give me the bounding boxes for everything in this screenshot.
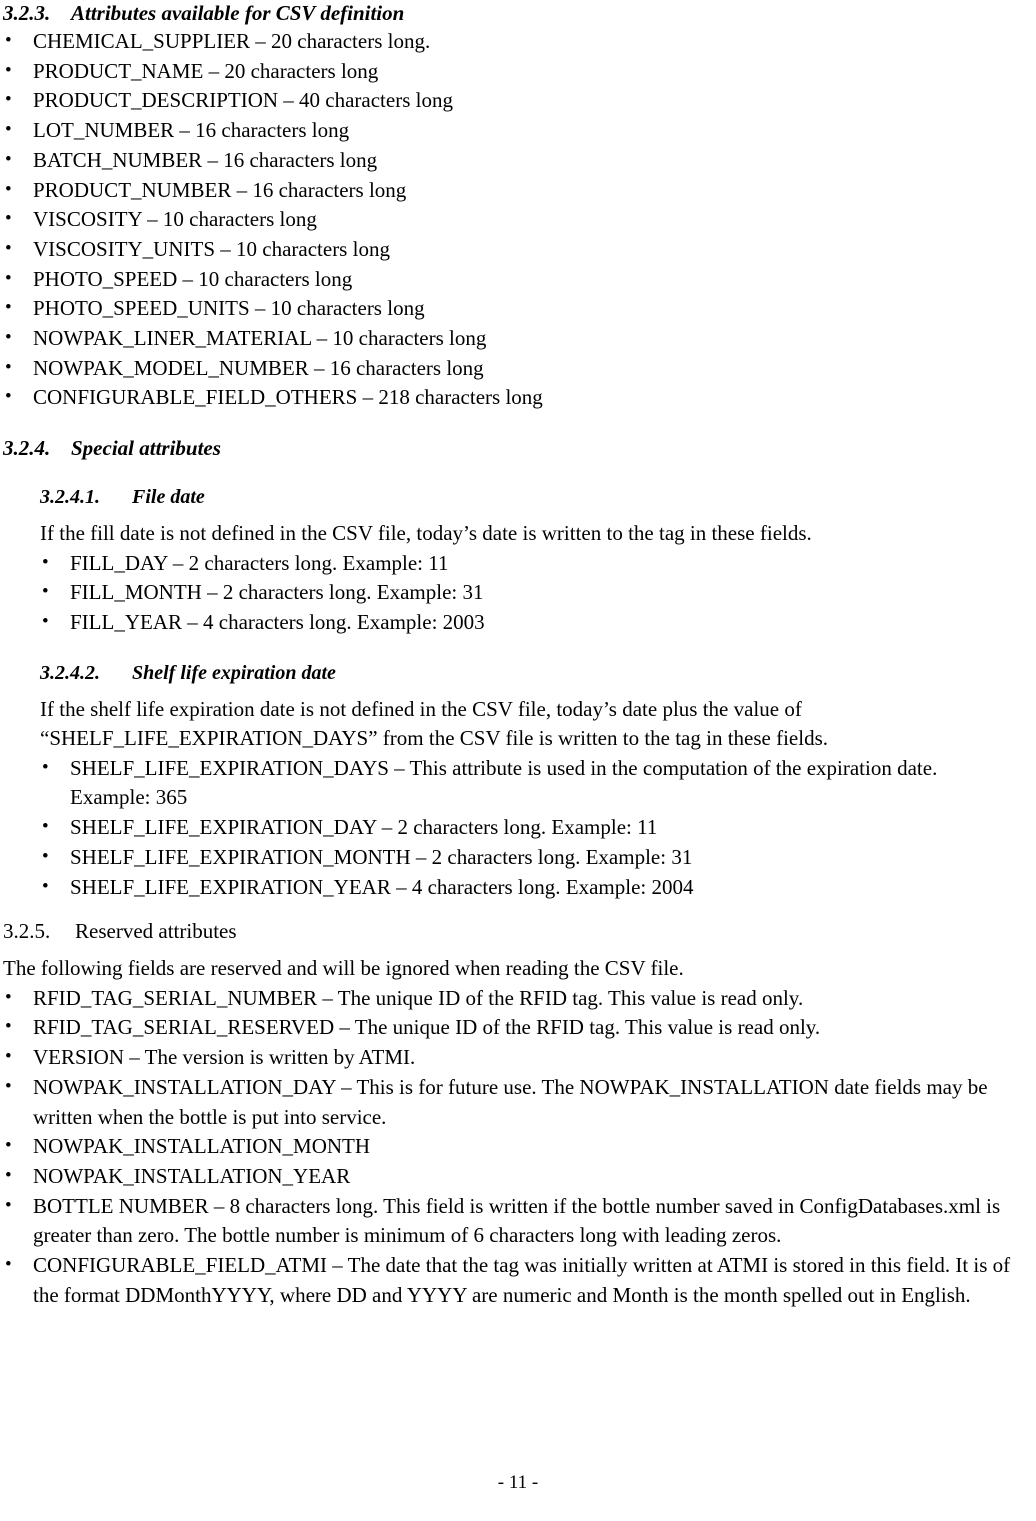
list-reserved-attributes: RFID_TAG_SERIAL_NUMBER – The unique ID o… <box>3 983 1018 1311</box>
list-item: CONFIGURABLE_FIELD_OTHERS – 218 characte… <box>3 382 1018 413</box>
heading-3-2-4-number: 3.2.4. <box>3 436 51 461</box>
list-item: PRODUCT_DESCRIPTION – 40 characters long <box>3 85 1018 116</box>
list-item: SHELF_LIFE_EXPIRATION_DAY – 2 characters… <box>40 812 1018 843</box>
list-item: PHOTO_SPEED – 10 characters long <box>3 264 1018 295</box>
list-item: PRODUCT_NUMBER – 16 characters long <box>3 175 1018 206</box>
heading-3-2-3-title: Attributes available for CSV definition <box>71 1 405 25</box>
heading-3-2-4-2-title: Shelf life expiration date <box>132 661 336 684</box>
heading-3-2-4-title: Special attributes <box>71 436 221 461</box>
heading-3-2-3: 3.2.3. Attributes available for CSV defin… <box>3 0 1018 27</box>
list-item: RFID_TAG_SERIAL_RESERVED – The unique ID… <box>3 1012 1018 1043</box>
file-date-intro: If the fill date is not defined in the C… <box>40 521 812 546</box>
heading-3-2-5: 3.2.5. Reserved attributes <box>3 918 1018 945</box>
heading-3-2-4-1-number: 3.2.4.1. <box>40 486 100 509</box>
heading-3-2-4-1-title: File date <box>132 486 205 509</box>
list-item: SHELF_LIFE_EXPIRATION_YEAR – 4 character… <box>40 872 1018 903</box>
list-item: PRODUCT_NAME – 20 characters long <box>3 56 1018 87</box>
list-item: NOWPAK_MODEL_NUMBER – 16 characters long <box>3 353 1018 384</box>
list-item: NOWPAK_LINER_MATERIAL – 10 characters lo… <box>3 323 1018 354</box>
list-shelf-life-attributes: SHELF_LIFE_EXPIRATION_DAYS – This attrib… <box>40 753 1018 903</box>
list-item: NOWPAK_INSTALLATION_DAY – This is for fu… <box>3 1072 1018 1132</box>
list-item: RFID_TAG_SERIAL_NUMBER – The unique ID o… <box>3 983 1018 1014</box>
page-footer: - 11 - <box>497 1472 539 1493</box>
list-item: VISCOSITY_UNITS – 10 characters long <box>3 234 1018 265</box>
list-item: BOTTLE NUMBER – 8 characters long. This … <box>3 1191 1018 1251</box>
shelf-life-intro: If the shelf life expiration date is not… <box>40 696 829 751</box>
heading-3-2-4-2-number: 3.2.4.2. <box>40 661 100 684</box>
list-item: BATCH_NUMBER – 16 characters long <box>3 145 1018 176</box>
heading-3-2-3-number: 3.2.3. <box>3 1 51 25</box>
list-item: FILL_MONTH – 2 characters long. Example:… <box>40 577 1018 608</box>
list-item: FILL_DAY – 2 characters long. Example: 1… <box>40 548 1018 579</box>
list-item: SHELF_LIFE_EXPIRATION_MONTH – 2 characte… <box>40 842 1018 873</box>
list-item: NOWPAK_INSTALLATION_MONTH <box>3 1131 1018 1162</box>
list-item: VERSION – The version is written by ATMI… <box>3 1042 1018 1073</box>
heading-3-2-4: 3.2.4. Special attributes <box>3 435 1018 462</box>
heading-3-2-5-title: Reserved attributes <box>75 919 237 944</box>
list-item: NOWPAK_INSTALLATION_YEAR <box>3 1161 1018 1192</box>
reserved-intro: The following fields are reserved and wi… <box>3 956 684 981</box>
page-content: 3.2.3. Attributes available for CSV defin… <box>3 0 1018 1311</box>
list-item: FILL_YEAR – 4 characters long. Example: … <box>40 607 1018 638</box>
heading-3-2-4-2: 3.2.4.2. Shelf life expiration date <box>40 660 1018 686</box>
list-item: LOT_NUMBER – 16 characters long <box>3 115 1018 146</box>
list-file-date-attributes: FILL_DAY – 2 characters long. Example: 1… <box>40 548 1018 638</box>
heading-3-2-5-number: 3.2.5. <box>3 919 51 944</box>
list-item: CONFIGURABLE_FIELD_ATMI – The date that … <box>3 1250 1018 1310</box>
list-item: CHEMICAL_SUPPLIER – 20 characters long. <box>3 26 1018 57</box>
list-item: PHOTO_SPEED_UNITS – 10 characters long <box>3 293 1018 324</box>
list-item: VISCOSITY – 10 characters long <box>3 204 1018 235</box>
document-page: 3.2.3. Attributes available for CSV defin… <box>0 0 1036 1521</box>
heading-3-2-4-1: 3.2.4.1. File date <box>40 484 1018 510</box>
list-item: SHELF_LIFE_EXPIRATION_DAYS – This attrib… <box>40 753 1018 813</box>
list-csv-attributes: CHEMICAL_SUPPLIER – 20 characters long.P… <box>3 26 1018 413</box>
